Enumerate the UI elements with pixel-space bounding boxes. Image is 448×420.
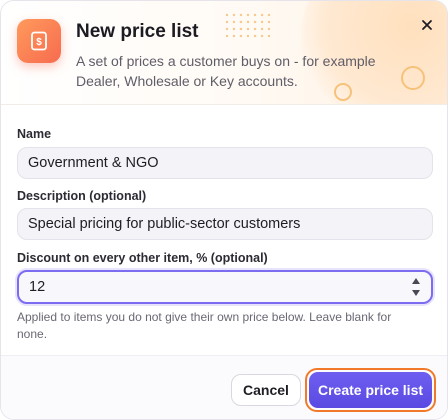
discount-help-text: Applied to items you do not give their o… <box>17 310 392 341</box>
name-field-value: Government & NGO <box>28 155 159 171</box>
dialog-footer: Cancel Create price list <box>1 355 447 419</box>
discount-label: Discount on every other item, % (optiona… <box>17 251 268 265</box>
stepper-up-icon[interactable] <box>411 277 421 285</box>
dialog-title: New price list <box>76 21 199 42</box>
discount-field[interactable]: 12 <box>17 270 433 304</box>
stepper-down-icon[interactable] <box>411 289 421 297</box>
create-price-list-button[interactable]: Create price list <box>309 372 432 408</box>
name-label: Name <box>17 127 52 141</box>
cancel-button[interactable]: Cancel <box>231 374 301 406</box>
description-field-value: Special pricing for public-sector custom… <box>28 216 301 232</box>
description-label: Description (optional) <box>17 189 147 203</box>
close-button[interactable] <box>415 13 439 37</box>
name-field[interactable]: Government & NGO <box>17 147 433 179</box>
price-tag-icon: $ <box>17 19 61 63</box>
description-field[interactable]: Special pricing for public-sector custom… <box>17 208 433 240</box>
svg-text:$: $ <box>36 37 42 48</box>
new-price-list-dialog: $ New price list A set of prices a custo… <box>0 0 448 420</box>
dialog-header: $ New price list A set of prices a custo… <box>1 1 447 105</box>
stepper-arrows-icon[interactable] <box>411 277 421 297</box>
discount-field-value: 12 <box>29 279 46 295</box>
header-decoration-dots <box>225 13 271 38</box>
close-icon <box>422 20 432 30</box>
dialog-subtitle: A set of prices a customer buys on - for… <box>76 53 376 89</box>
